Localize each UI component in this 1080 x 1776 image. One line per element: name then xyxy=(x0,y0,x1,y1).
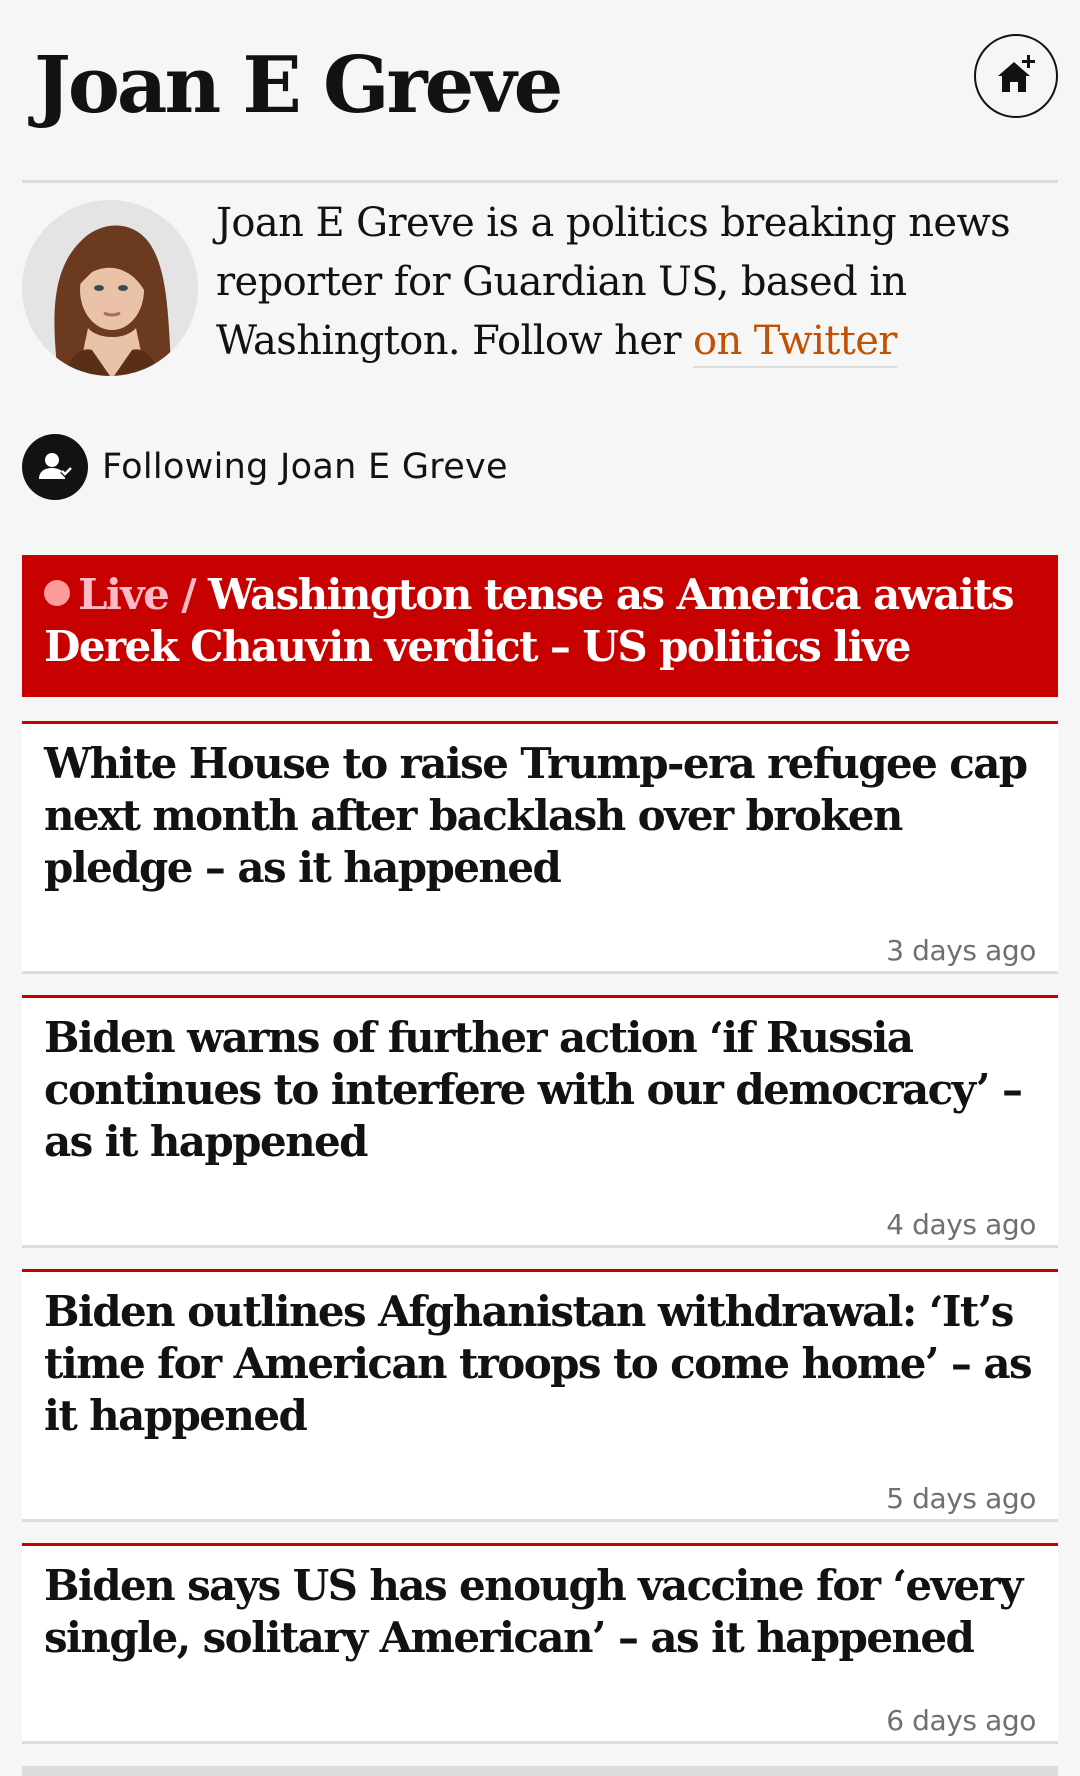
article-age: 5 days ago xyxy=(886,1482,1036,1515)
add-to-home-button[interactable] xyxy=(974,34,1058,118)
follow-button[interactable]: Following Joan E Greve xyxy=(22,434,508,500)
author-bio: Joan E Greve is a politics breaking news… xyxy=(216,194,1058,371)
article-headline: Biden says US has enough vaccine for ‘ev… xyxy=(44,1561,1023,1662)
next-card-edge xyxy=(22,1766,1058,1776)
card-divider xyxy=(22,1245,1058,1248)
article-headline: Biden outlines Afghanistan withdrawal: ‘… xyxy=(44,1287,1033,1440)
page-title: Joan E Greve xyxy=(34,40,563,131)
article-headline: Biden warns of further action ‘if Russia… xyxy=(44,1013,1023,1166)
header: Joan E Greve xyxy=(22,0,1058,182)
article-age: 4 days ago xyxy=(886,1208,1036,1241)
card-divider xyxy=(22,971,1058,974)
card-divider xyxy=(22,1741,1058,1744)
profile-section: Joan E Greve is a politics breaking news… xyxy=(22,200,1058,390)
header-divider xyxy=(22,180,1058,183)
home-plus-icon xyxy=(998,55,1035,92)
article-headline: White House to raise Trump-era refugee c… xyxy=(44,739,1028,892)
follow-label: Following Joan E Greve xyxy=(102,447,508,487)
user-following-icon xyxy=(22,434,88,500)
article-card[interactable]: Biden says US has enough vaccine for ‘ev… xyxy=(22,1543,1058,1741)
article-age: 6 days ago xyxy=(886,1704,1036,1737)
kicker-separator: / xyxy=(181,570,196,619)
article-age: 3 days ago xyxy=(886,934,1036,967)
card-divider xyxy=(22,1519,1058,1522)
article-card[interactable]: Biden warns of further action ‘if Russia… xyxy=(22,995,1058,1245)
avatar xyxy=(22,200,198,376)
live-headline-block: Live / Washington tense as America await… xyxy=(44,569,1036,673)
live-dot-icon xyxy=(44,580,70,606)
article-card[interactable]: Biden outlines Afghanistan withdrawal: ‘… xyxy=(22,1269,1058,1519)
live-article-card[interactable]: Live / Washington tense as America await… xyxy=(22,555,1058,697)
live-kicker: Live xyxy=(78,570,170,619)
article-card[interactable]: White House to raise Trump-era refugee c… xyxy=(22,721,1058,971)
twitter-link[interactable]: on Twitter xyxy=(693,318,897,368)
